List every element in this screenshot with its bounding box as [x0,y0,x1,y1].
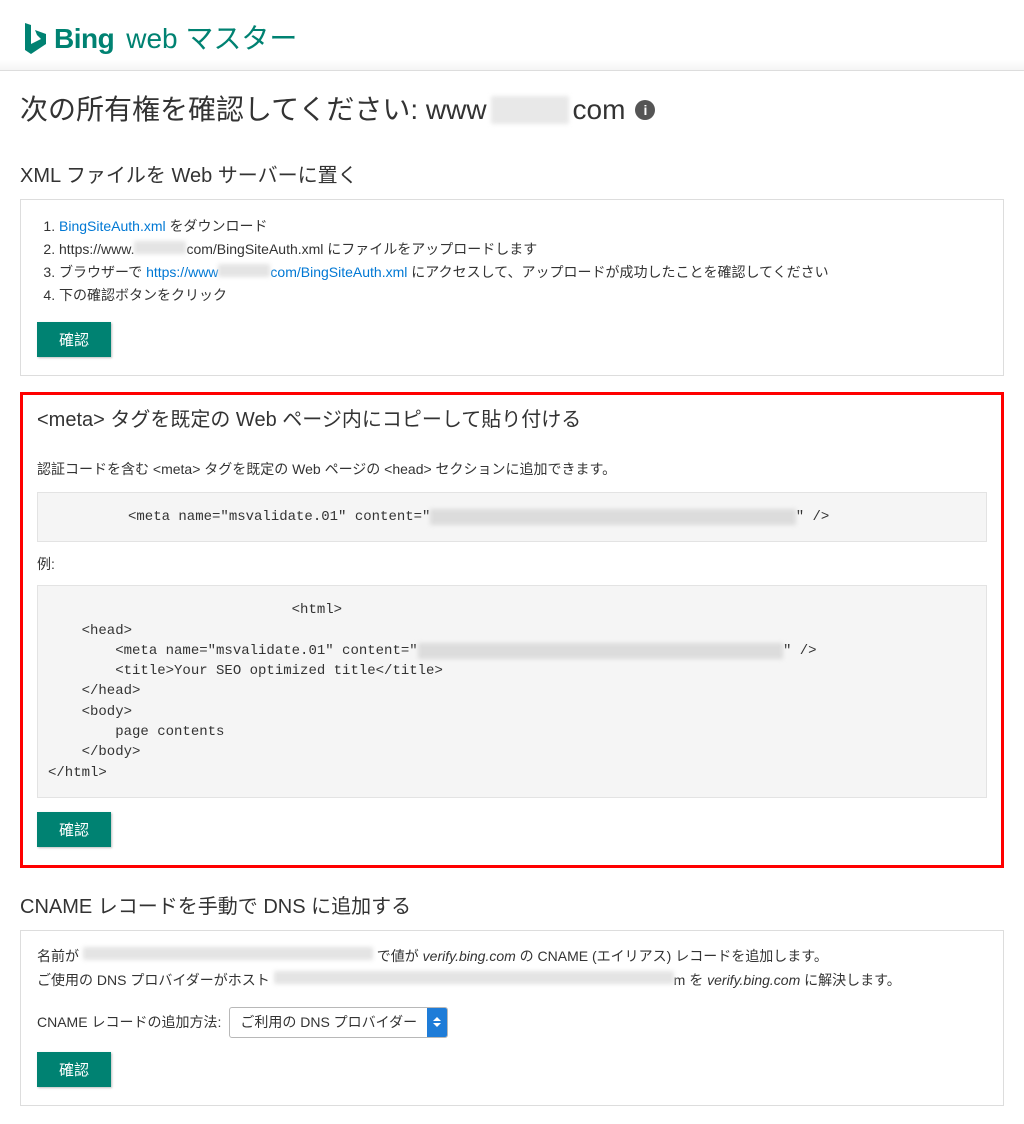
section-meta: <meta> タグを既定の Web ページ内にコピーして貼り付ける 認証コードを… [20,392,1004,868]
meta-example[interactable]: <html> <head> <meta name="msvalidate.01"… [37,585,987,798]
bing-logo[interactable]: Bing [22,18,114,60]
section-meta-title: <meta> タグを既定の Web ページ内にコピーして貼り付ける [37,405,987,435]
section-cname-title: CNAME レコードを手動で DNS に追加する [20,892,1004,922]
meta-snippet[interactable]: <meta name="msvalidate.01" content="5███… [37,492,987,542]
meta-desc: 認証コードを含む <meta> タグを既定の Web ページの <head> セ… [37,459,987,480]
top-bar: Bing web マスター [0,0,1024,71]
dns-provider-select[interactable]: ご利用の DNS プロバイダー [229,1007,448,1038]
redacted-host [134,241,186,254]
confirm-button-xml[interactable]: 確認 [37,322,111,357]
section-xml: XML ファイルを Web サーバーに置く BingSiteAuth.xml を… [20,161,1004,376]
redacted-token: 5███████████████████████████████████████… [430,509,795,525]
step-2: https://www. com/BingSiteAuth.xml にファイルを… [59,239,987,260]
redacted-cname-host [274,971,674,984]
step-3: ブラウザーで https://www com/BingSiteAuth.xml … [59,262,987,283]
section-xml-title: XML ファイルを Web サーバーに置く [20,161,1004,191]
cname-text: 名前が で値が verify.bing.com の CNAME (エイリアス) … [37,945,987,993]
page-title: 次の所有権を確認してください: www com i [20,89,1004,137]
redacted-token-example: 1███████████████████████████████████████… [418,643,783,659]
step-4: 下の確認ボタンをクリック [59,285,987,306]
xml-steps: BingSiteAuth.xml をダウンロード https://www. co… [37,216,987,306]
redacted-domain [491,96,569,124]
brand-name: Bing [54,18,114,60]
section-cname: CNAME レコードを手動で DNS に追加する 名前が で値が verify.… [20,892,1004,1106]
section-cname-body: 名前が で値が verify.bing.com の CNAME (エイリアス) … [20,930,1004,1106]
bingsiteauth-download-link[interactable]: BingSiteAuth.xml [59,218,166,234]
brand-subtitle: web マスター [126,18,297,60]
confirm-button-meta[interactable]: 確認 [37,812,111,847]
cname-select-row: CNAME レコードの追加方法: ご利用の DNS プロバイダー [37,1007,987,1038]
verify-url-link[interactable]: https://www com/BingSiteAuth.xml [146,264,407,280]
select-value: ご利用の DNS プロバイダー [230,1008,427,1037]
section-meta-body: 認証コードを含む <meta> タグを既定の Web ページの <head> セ… [37,443,987,847]
cname-select-label: CNAME レコードの追加方法: [37,1012,221,1033]
select-arrows-icon [427,1008,447,1037]
step-1: BingSiteAuth.xml をダウンロード [59,216,987,237]
section-xml-body: BingSiteAuth.xml をダウンロード https://www. co… [20,199,1004,376]
example-label: 例: [37,554,987,575]
confirm-button-cname[interactable]: 確認 [37,1052,111,1087]
bing-icon [22,22,48,56]
info-icon[interactable]: i [635,100,655,120]
redacted-cname-name [83,947,373,960]
